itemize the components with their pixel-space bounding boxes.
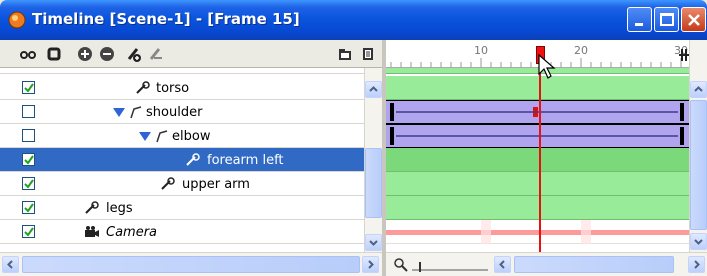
layer-name: shoulder xyxy=(146,105,203,120)
layer-row-camera[interactable]: Camera xyxy=(0,220,364,244)
title-bar[interactable]: Timeline [Scene-1] - [Frame 15] xyxy=(0,0,707,40)
close-icon xyxy=(688,14,700,26)
bone-icon xyxy=(85,201,99,214)
layer-row-forearm-left[interactable]: forearm left xyxy=(0,148,364,172)
mouse-cursor-icon xyxy=(538,54,556,79)
scroll-up-button[interactable] xyxy=(690,81,707,98)
frame-vertical-scrollbar[interactable] xyxy=(689,40,707,252)
frame-row-tween[interactable] xyxy=(386,124,689,148)
layer-row-partial[interactable] xyxy=(0,68,364,74)
frame-row-selected[interactable] xyxy=(386,148,689,172)
layer-visibility-checkbox[interactable] xyxy=(22,105,35,118)
keyframe-markers xyxy=(390,103,684,121)
scroll-right-button[interactable] xyxy=(362,256,379,273)
scroll-left-button[interactable] xyxy=(2,256,19,273)
zoom-icon[interactable] xyxy=(394,258,408,272)
layer-horizontal-scrollbar[interactable] xyxy=(0,252,382,276)
zoom-slider[interactable] xyxy=(410,258,490,274)
layer-visibility-checkbox[interactable] xyxy=(22,201,35,214)
chevron-left-icon xyxy=(7,260,13,269)
add-bone-icon[interactable] xyxy=(126,46,142,62)
minimize-button[interactable] xyxy=(627,7,652,32)
remove-layer-icon[interactable] xyxy=(99,46,115,62)
frame-row-camera[interactable] xyxy=(386,220,689,244)
chevron-right-icon xyxy=(368,260,374,269)
chevron-up-icon xyxy=(369,86,378,92)
minimize-icon xyxy=(635,23,643,26)
scroll-thumb[interactable] xyxy=(22,256,360,273)
add-layer-icon[interactable] xyxy=(77,46,93,62)
chevron-left-icon xyxy=(499,260,505,269)
checkmark-icon xyxy=(24,155,34,165)
folder-icon[interactable] xyxy=(337,46,353,62)
checkmark-icon xyxy=(24,83,34,93)
chevron-up-icon xyxy=(694,86,703,92)
scroll-left-button[interactable] xyxy=(494,256,511,273)
expand-triangle-icon[interactable] xyxy=(113,108,125,117)
maximize-button[interactable] xyxy=(654,7,679,32)
frame-grid[interactable] xyxy=(386,68,689,252)
camera-track xyxy=(386,220,689,244)
glasses-icon[interactable] xyxy=(20,46,36,62)
bone-icon xyxy=(136,81,150,94)
checkmark-icon xyxy=(24,179,34,189)
ruler-label-20: 20 xyxy=(574,44,588,57)
frame-row-tween[interactable] xyxy=(386,100,689,124)
layer-visibility-checkbox[interactable] xyxy=(22,153,35,166)
window-title: Timeline [Scene-1] - [Frame 15] xyxy=(32,10,300,28)
onion-skin-handle-icon[interactable] xyxy=(679,49,689,61)
expand-triangle-icon[interactable] xyxy=(139,132,151,141)
chevron-right-icon xyxy=(694,260,700,269)
properties-icon[interactable] xyxy=(360,46,376,62)
layer-name: Camera xyxy=(106,225,158,240)
layer-row-shoulder[interactable]: shoulder xyxy=(0,100,364,124)
layer-row-upper-arm[interactable]: upper arm xyxy=(0,172,364,196)
scroll-up-button[interactable] xyxy=(365,81,382,98)
scroll-down-button[interactable] xyxy=(690,233,707,250)
layer-list[interactable]: torso shoulder elbow forearm left upper … xyxy=(0,68,364,252)
checkmark-icon xyxy=(24,227,34,237)
layer-visibility-checkbox[interactable] xyxy=(22,81,35,94)
outline-icon[interactable] xyxy=(46,46,62,62)
chevron-down-icon xyxy=(694,239,703,245)
keyframe-markers xyxy=(390,127,684,145)
layer-toolbar xyxy=(0,40,382,68)
scroll-thumb[interactable] xyxy=(365,148,382,218)
layer-visibility-checkbox[interactable] xyxy=(22,225,35,238)
layer-visibility-checkbox[interactable] xyxy=(22,129,35,142)
layer-name: torso xyxy=(156,81,190,96)
layer-row-torso[interactable]: torso xyxy=(0,76,364,100)
scroll-down-button[interactable] xyxy=(365,234,382,251)
layer-vertical-scrollbar[interactable] xyxy=(364,68,382,252)
layer-name: forearm left xyxy=(207,153,284,168)
app-icon xyxy=(8,11,26,29)
playhead-line xyxy=(539,64,541,252)
layer-row-elbow[interactable]: elbow xyxy=(0,124,364,148)
scroll-right-button[interactable] xyxy=(688,256,705,273)
frame-horizontal-scrollbar[interactable] xyxy=(386,252,707,276)
layer-visibility-checkbox[interactable] xyxy=(22,177,35,190)
layer-row-legs[interactable]: legs xyxy=(0,196,364,220)
frame-row[interactable] xyxy=(386,172,689,196)
remove-bone-icon[interactable] xyxy=(148,46,164,62)
ruler-label-10: 10 xyxy=(474,44,488,57)
maximize-icon xyxy=(660,13,674,26)
bone-group-icon xyxy=(156,130,168,143)
scroll-thumb[interactable] xyxy=(690,100,707,230)
layer-name: legs xyxy=(106,201,133,216)
bone-icon xyxy=(161,177,175,190)
camera-icon xyxy=(85,226,99,237)
bone-icon xyxy=(186,153,200,166)
layer-name: upper arm xyxy=(182,177,250,192)
layer-name: elbow xyxy=(172,129,211,144)
close-button[interactable] xyxy=(681,7,706,32)
scroll-thumb[interactable] xyxy=(514,256,674,273)
bone-group-icon xyxy=(130,106,142,119)
checkmark-icon xyxy=(24,203,34,213)
frame-row[interactable] xyxy=(386,196,689,220)
chevron-down-icon xyxy=(369,240,378,246)
